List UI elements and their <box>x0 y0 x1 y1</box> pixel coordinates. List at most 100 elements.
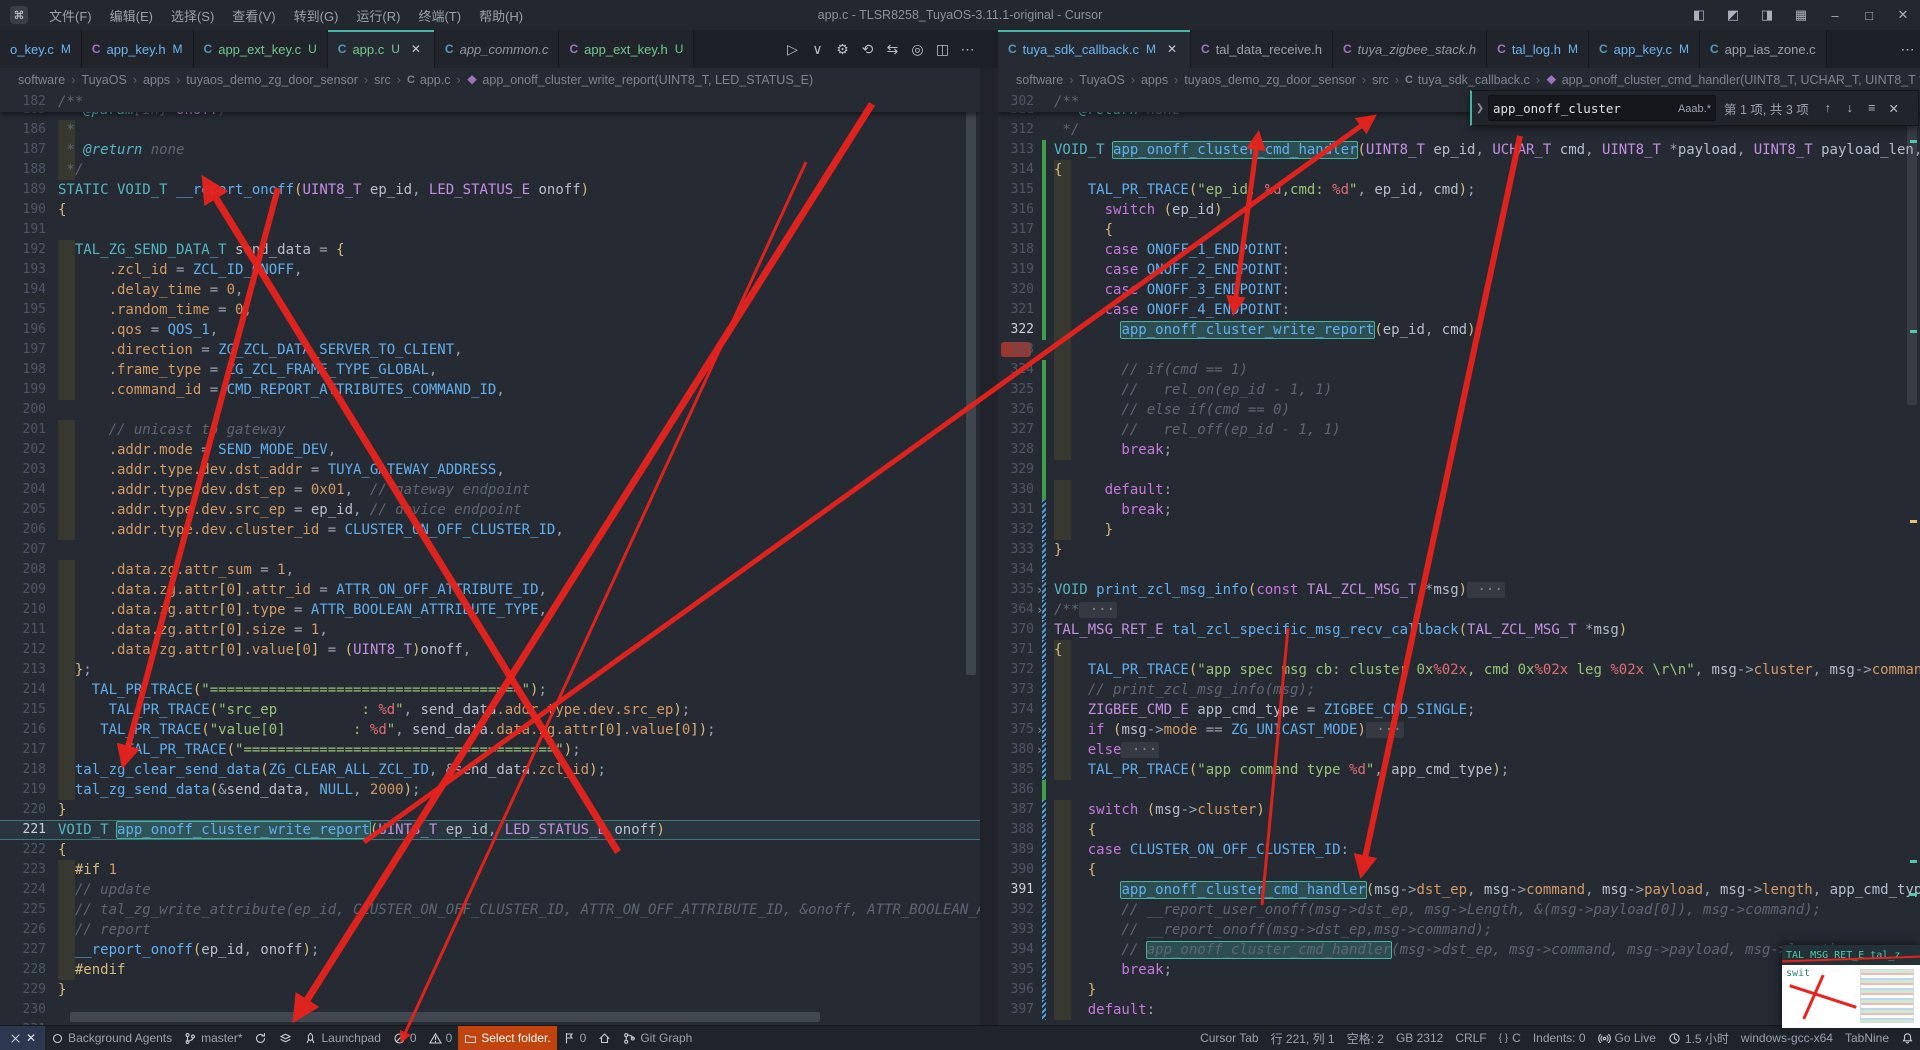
maximize-button[interactable]: □ <box>1852 0 1886 30</box>
menu-item[interactable]: 帮助(H) <box>470 0 532 30</box>
code-line-210[interactable]: 210 .data.zg.attr[0].type = ATTR_BOOLEAN… <box>0 600 980 620</box>
line-number[interactable]: 218 <box>0 760 46 780</box>
line-number[interactable]: 370 <box>998 620 1034 640</box>
remote-indicator[interactable]: ✕ <box>0 1026 46 1050</box>
line-number[interactable]: 212 <box>0 640 46 660</box>
code-line-214[interactable]: 214 TAL_PR_TRACE("======================… <box>0 680 980 700</box>
code-line-332[interactable]: 332 } <box>998 520 1920 540</box>
line-number[interactable]: 386 <box>998 780 1034 800</box>
code-line-219[interactable]: 219 tal_zg_send_data(&send_data, NULL, 2… <box>0 780 980 800</box>
line-number[interactable]: 392 <box>998 900 1034 920</box>
flag-count[interactable]: 0 <box>557 1026 593 1050</box>
tab-tuya_zigbee_stack.h[interactable]: Ctuya_zigbee_stack.h <box>1332 30 1488 68</box>
line-number[interactable]: 313 <box>998 140 1034 160</box>
more-tabs-icon[interactable]: ⋯ <box>1895 36 1920 62</box>
code-line-199[interactable]: 199 .command_id = CMD_REPORT_ATTRIBUTES_… <box>0 380 980 400</box>
code-line-334[interactable]: 334 <box>998 560 1920 580</box>
find-toggle-ab[interactable]: ab <box>1691 103 1703 115</box>
line-number[interactable]: 390 <box>998 860 1034 880</box>
line-number[interactable]: 329 <box>998 460 1034 480</box>
code-line-200[interactable]: 200 <box>0 400 980 420</box>
code-line-320[interactable]: 320 case ONOFF_3_ENDPOINT: <box>998 280 1920 300</box>
close-button[interactable]: ✕ <box>1886 0 1920 30</box>
cursor-position[interactable]: 行 221, 列 1 <box>1265 1026 1341 1050</box>
code-line-226[interactable]: 226 // report <box>0 920 980 940</box>
code-line-328[interactable]: 328 break; <box>998 440 1920 460</box>
layout-toggle-icon[interactable]: ▦ <box>1784 0 1818 30</box>
line-number[interactable]: 389 <box>998 840 1034 860</box>
line-number[interactable]: 375 <box>998 720 1034 740</box>
code-line-387[interactable]: 387 switch (msg->cluster) <box>998 800 1920 820</box>
line-number[interactable]: 221 <box>0 820 46 840</box>
code-line-213[interactable]: 213 }; <box>0 660 980 680</box>
line-number[interactable]: 185 <box>0 112 46 120</box>
indents[interactable]: Indents: 0 <box>1527 1026 1592 1050</box>
select-folder-badge[interactable]: Select folder. <box>458 1026 557 1050</box>
line-number[interactable]: 219 <box>0 780 46 800</box>
line-number[interactable]: 371 <box>998 640 1034 660</box>
line-number[interactable]: 393 <box>998 920 1034 940</box>
code-line-393[interactable]: 393 // __report_onoff(msg->dst_ep,msg->c… <box>998 920 1920 940</box>
menu-item[interactable]: 选择(S) <box>162 0 223 30</box>
code-line-315[interactable]: 315 TAL_PR_TRACE("ep_id: %d,cmd: %d", ep… <box>998 180 1920 200</box>
editor-pane-right[interactable]: 302 /** 311 * @return none 312 */ 313 VOID_T … <box>998 92 1920 1026</box>
line-number[interactable]: 203 <box>0 460 46 480</box>
code-line-229[interactable]: 229} <box>0 980 980 1000</box>
code-line-206[interactable]: 206 .addr.type.dev.cluster_id = CLUSTER_… <box>0 520 980 540</box>
line-number[interactable]: 191 <box>0 220 46 240</box>
code-line-314[interactable]: 314 { <box>998 160 1920 180</box>
line-number[interactable]: 311 <box>998 112 1034 120</box>
code-line-186[interactable]: 186 * <box>0 120 980 140</box>
line-number[interactable]: 312 <box>998 120 1034 140</box>
background-agents[interactable]: Background Agents <box>45 1026 178 1050</box>
line-number[interactable]: 230 <box>0 1000 46 1020</box>
layout-toggle-icon[interactable]: ◧ <box>1682 0 1716 30</box>
line-number[interactable]: 332 <box>998 520 1034 540</box>
line-number[interactable]: 318 <box>998 240 1034 260</box>
git-branch[interactable]: master* <box>178 1026 248 1050</box>
code-line-371[interactable]: 371 { <box>998 640 1920 660</box>
code-line-185[interactable]: 185 * @param[in] onoff) <box>0 112 980 120</box>
line-number[interactable]: 331 <box>998 500 1034 520</box>
line-number[interactable]: 211 <box>0 620 46 640</box>
menu-item[interactable]: 编辑(E) <box>101 0 162 30</box>
line-number[interactable]: 201 <box>0 420 46 440</box>
code-line-195[interactable]: 195 .random_time = 0, <box>0 300 980 320</box>
code-line-390[interactable]: 390 { <box>998 860 1920 880</box>
tab-close-icon[interactable]: ✕ <box>408 42 424 56</box>
code-line-364[interactable]: 364 › /** ··· <box>998 600 1920 620</box>
run-button[interactable]: ▷ <box>780 36 805 62</box>
tab-tuya_sdk_callback.c[interactable]: Ctuya_sdk_callback.c M ✕ <box>998 30 1192 68</box>
code-line-188[interactable]: 188 */ <box>0 160 980 180</box>
tab-close-icon[interactable]: ✕ <box>1164 42 1180 56</box>
line-number[interactable]: 397 <box>998 1000 1034 1020</box>
line-number[interactable]: 200 <box>0 400 46 420</box>
goto-symbol-icon[interactable]: ◎ <box>905 36 930 62</box>
line-number[interactable]: 210 <box>0 600 46 620</box>
code-line-391[interactable]: 391 app_onoff_cluster_cmd_handler(msg->d… <box>998 880 1920 900</box>
line-number[interactable]: 323 <box>998 340 1034 360</box>
code-line-221[interactable]: 221 VOID_T app_onoff_cluster_write_report… <box>0 820 980 840</box>
tab-tal_data_receive.h[interactable]: Ctal_data_receive.h <box>1191 30 1333 68</box>
code-line-215[interactable]: 215 TAL_PR_TRACE("src_ep : %d", send_dat… <box>0 700 980 720</box>
line-number[interactable]: 325 <box>998 380 1034 400</box>
line-number[interactable]: 225 <box>0 900 46 920</box>
code-line-323[interactable]: 323 <box>998 340 1920 360</box>
line-number[interactable]: 188 <box>0 160 46 180</box>
code-line-217[interactable]: 217 TAL_PR_TRACE("======================… <box>0 740 980 760</box>
eol-sequence[interactable]: CRLF <box>1449 1026 1492 1050</box>
find-next-button[interactable]: ↓ <box>1839 97 1861 119</box>
code-line-333[interactable]: 333} <box>998 540 1920 560</box>
line-number[interactable]: 391 <box>998 880 1034 900</box>
find-toggle-.*[interactable]: .* <box>1704 103 1711 115</box>
code-line-380[interactable]: 380 › else ··· <box>998 740 1920 760</box>
tabnine[interactable]: TabNine <box>1839 1026 1895 1050</box>
line-number[interactable]: 207 <box>0 540 46 560</box>
line-number[interactable]: 202 <box>0 440 46 460</box>
code-line-373[interactable]: 373 // print_zcl_msg_info(msg); <box>998 680 1920 700</box>
line-number[interactable]: 205 <box>0 500 46 520</box>
menu-item[interactable]: 终端(T) <box>409 0 470 30</box>
line-number[interactable]: 315 <box>998 180 1034 200</box>
line-number[interactable]: 215 <box>0 700 46 720</box>
breadcrumb-item[interactable]: TuyaOS <box>1079 73 1124 87</box>
